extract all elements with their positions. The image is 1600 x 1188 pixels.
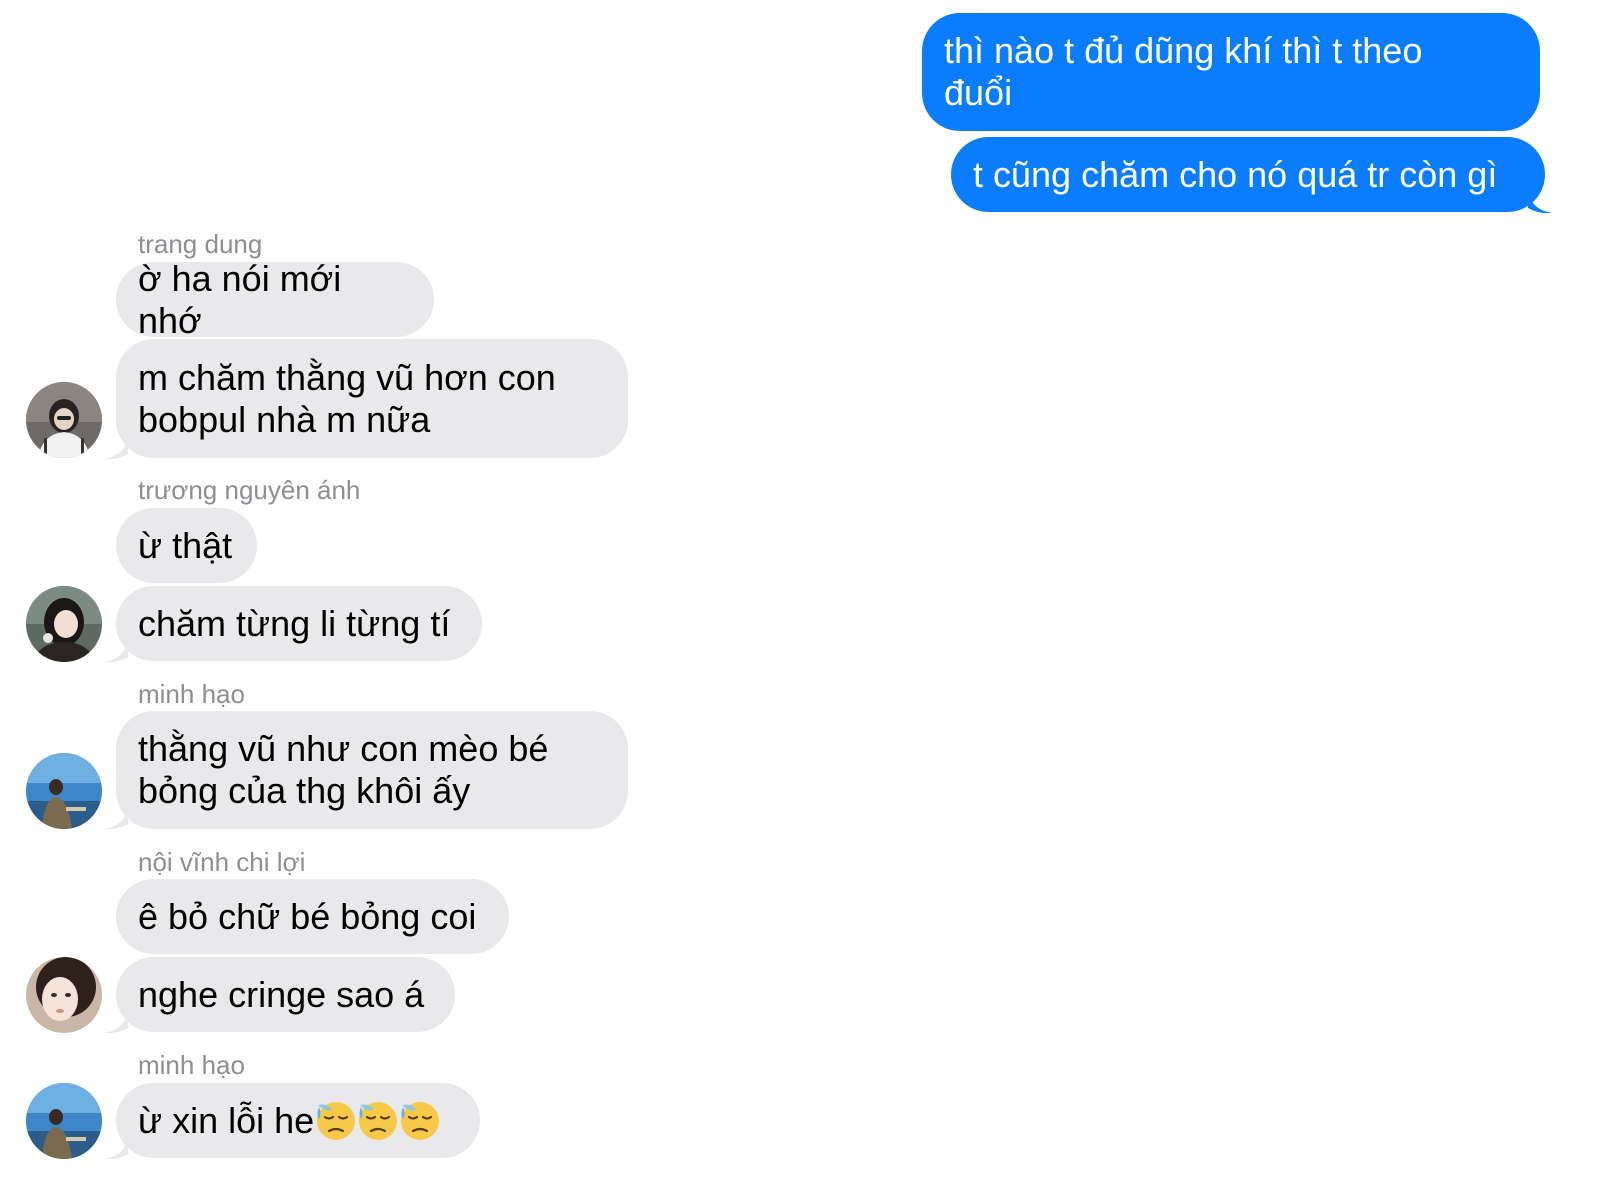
avatar-photo-icon [26, 957, 102, 1033]
message-text: thằng vũ như con mèo bé bỏng của thg khô… [138, 728, 549, 811]
message-text: m chăm thằng vũ hơn con bobpul nhà m nữa [138, 356, 556, 440]
sender-name: minh hạo [138, 679, 245, 709]
bubble-tail [104, 438, 128, 460]
incoming-message[interactable]: chăm từng li từng tí [116, 586, 482, 661]
avatar[interactable] [26, 957, 102, 1033]
message-text: t cũng chăm cho nó quá tr còn gì [973, 153, 1498, 195]
incoming-message[interactable]: ê bỏ chữ bé bỏng coi [116, 879, 509, 954]
sender-name: trang dung [138, 229, 263, 259]
bubble-tail [1528, 192, 1552, 214]
outgoing-message[interactable]: thì nào t đủ dũng khí thì t theo đuổi [922, 13, 1540, 131]
message-text: nghe cringe sao á [138, 973, 425, 1015]
bubble-tail [104, 1012, 128, 1034]
downcast-face-with-sweat-emoji-icon [359, 1101, 398, 1140]
avatar-photo-icon [26, 1083, 102, 1159]
message-thread: thì nào t đủ dũng khí thì t theo đuổi t … [0, 0, 1600, 1188]
message-text: thì nào t đủ dũng khí thì t theo đuổi [944, 30, 1423, 113]
bubble-tail [104, 1138, 128, 1160]
sender-name: nội vĩnh chi lợi [138, 847, 306, 877]
bubble-tail [104, 808, 128, 830]
bubble-tail [104, 641, 128, 663]
downcast-face-with-sweat-emoji-icon [317, 1101, 356, 1140]
incoming-message[interactable]: ừ xin lỗi he [116, 1083, 480, 1158]
avatar-photo-icon [26, 586, 102, 662]
message-text: ờ ha nói mới nhớ [138, 257, 352, 341]
incoming-message[interactable]: ờ ha nói mới nhớ [116, 258, 434, 341]
message-text: ừ xin lỗi he [138, 1100, 440, 1142]
avatar-photo-icon [26, 753, 102, 829]
downcast-face-with-sweat-emoji-icon [401, 1101, 440, 1140]
incoming-message[interactable]: ừ thật [116, 508, 257, 583]
message-text: chăm từng li từng tí [138, 602, 451, 644]
outgoing-message[interactable]: t cũng chăm cho nó quá tr còn gì [951, 137, 1545, 212]
avatar[interactable] [26, 382, 102, 458]
avatar[interactable] [26, 753, 102, 829]
incoming-message[interactable]: m chăm thằng vũ hơn con bobpul nhà m nữa [116, 339, 628, 458]
incoming-message[interactable]: nghe cringe sao á [116, 957, 455, 1032]
incoming-message[interactable]: thằng vũ như con mèo bé bỏng của thg khô… [116, 711, 628, 829]
avatar[interactable] [26, 1083, 102, 1159]
avatar[interactable] [26, 586, 102, 662]
sender-name: trương nguyên ánh [138, 475, 361, 505]
sender-name: minh hạo [138, 1050, 245, 1080]
avatar-photo-icon [26, 382, 102, 458]
message-text-content: ừ xin lỗi he [138, 1099, 315, 1141]
message-text: ừ thật [138, 524, 233, 566]
message-text: ê bỏ chữ bé bỏng coi [138, 895, 477, 937]
